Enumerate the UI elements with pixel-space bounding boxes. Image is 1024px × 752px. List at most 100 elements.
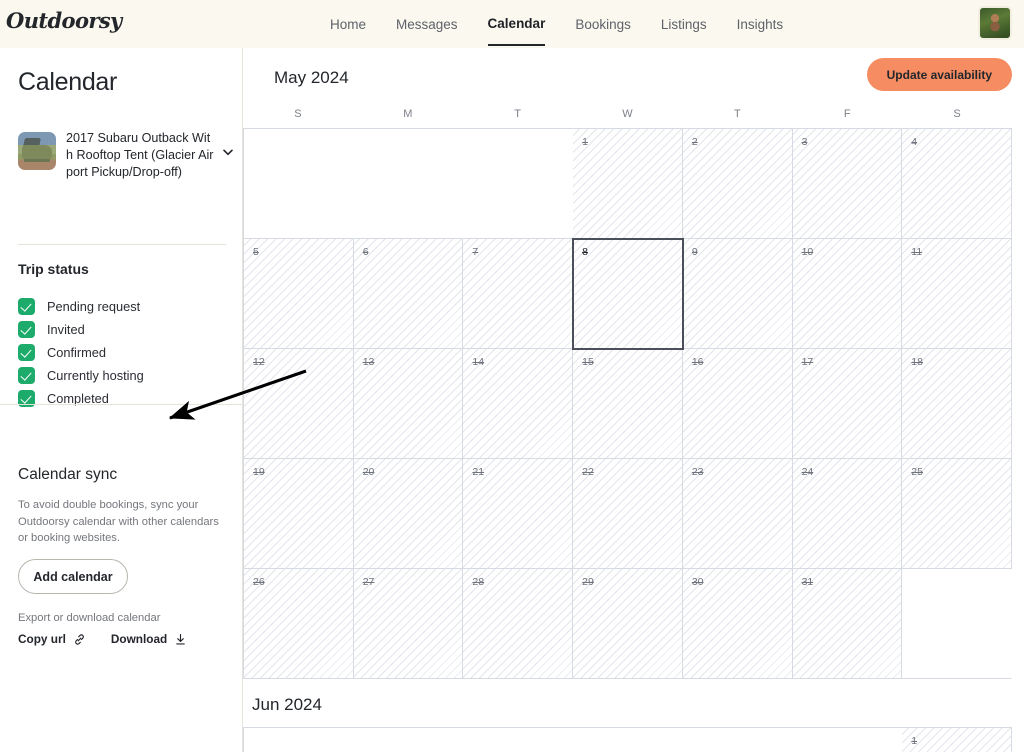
day-cell[interactable]: 10 <box>792 239 903 349</box>
day-cell[interactable]: 23 <box>682 459 793 569</box>
day-number: 5 <box>253 246 259 258</box>
day-cell[interactable]: 14 <box>463 349 574 459</box>
calendar-panel: May 2024 Update availability SMTWTFS 123… <box>243 48 1024 752</box>
day-cell[interactable]: 1 <box>573 129 683 239</box>
sidebar: Calendar 2017 Subaru Outback With Roofto… <box>0 48 243 752</box>
day-cell-empty <box>902 569 1012 679</box>
day-cell-empty <box>244 728 354 752</box>
trip-status-row[interactable]: Invited <box>18 318 228 341</box>
day-number: 16 <box>691 356 704 368</box>
checkbox-checked-icon[interactable] <box>18 367 35 384</box>
page-title: Calendar <box>18 68 118 96</box>
day-number: 2 <box>691 136 698 148</box>
day-cell[interactable]: 18 <box>902 349 1012 459</box>
day-cell[interactable]: 6 <box>353 239 464 349</box>
link-icon <box>73 633 86 646</box>
day-cell-empty <box>353 129 464 239</box>
day-cell[interactable]: 12 <box>244 349 354 459</box>
day-cell-empty <box>792 728 903 752</box>
checkbox-checked-icon[interactable] <box>18 344 35 361</box>
weekday-header: S <box>953 108 961 120</box>
day-cell[interactable]: 20 <box>353 459 464 569</box>
nav-item-listings[interactable]: Listings <box>661 3 707 45</box>
day-cell[interactable]: 16 <box>682 349 793 459</box>
trip-status-list: Pending request Invited Confirmed Currently… <box>18 295 228 410</box>
day-cell-empty <box>244 129 354 239</box>
download-icon <box>174 633 187 646</box>
weekday-header: F <box>843 108 851 120</box>
top-navigation-bar: Outdoorsy Home Messages Calendar Bookings Li… <box>0 0 1024 48</box>
month-grid: 1 <box>243 727 1012 752</box>
trip-status-row[interactable]: Confirmed <box>18 341 228 364</box>
month-grid: 1 2 3 4 5 6 7 8 9 10 11 12 13 14 15 16 17 18 19 20 21 22 23 24 2… <box>243 128 1012 679</box>
day-cell[interactable]: 1 <box>902 728 1012 752</box>
day-number: 13 <box>362 356 375 368</box>
calendar-sync-heading: Calendar sync <box>18 466 118 483</box>
outdoorsy-logo[interactable]: Outdoorsy <box>6 8 122 33</box>
day-cell[interactable]: 25 <box>902 459 1012 569</box>
copy-url-button[interactable]: Copy url <box>18 632 86 646</box>
trip-status-label: Invited <box>47 322 85 337</box>
day-cell[interactable]: 22 <box>573 459 683 569</box>
chevron-down-icon[interactable] <box>222 146 234 158</box>
day-number: 28 <box>472 576 485 588</box>
day-cell[interactable]: 15 <box>573 349 683 459</box>
day-cell[interactable]: 7 <box>463 239 574 349</box>
current-month-title: May 2024 <box>274 68 349 87</box>
sidebar-divider-2 <box>0 404 243 405</box>
nav-item-bookings[interactable]: Bookings <box>575 3 631 45</box>
day-cell[interactable]: 27 <box>353 569 464 679</box>
day-cell[interactable]: 24 <box>792 459 903 569</box>
update-availability-button[interactable]: Update availability <box>866 58 1012 91</box>
day-number: 4 <box>911 136 918 148</box>
weekday-header-row: SMTWTFS <box>243 100 1012 128</box>
day-number: 10 <box>801 246 814 258</box>
day-number: 19 <box>253 466 265 478</box>
day-number: 23 <box>691 466 704 478</box>
day-cell[interactable]: 30 <box>682 569 793 679</box>
checkbox-checked-icon[interactable] <box>18 298 35 315</box>
day-number: 1 <box>582 136 588 148</box>
add-calendar-button[interactable]: Add calendar <box>18 559 128 594</box>
day-cell[interactable]: 21 <box>463 459 574 569</box>
day-cell[interactable]: 4 <box>902 129 1012 239</box>
day-cell[interactable]: 11 <box>902 239 1012 349</box>
day-cell[interactable]: 28 <box>463 569 574 679</box>
nav-item-insights[interactable]: Insights <box>737 3 784 45</box>
checkbox-checked-icon[interactable] <box>18 321 35 338</box>
trip-status-row[interactable]: Completed <box>18 387 228 410</box>
trip-status-row[interactable]: Currently hosting <box>18 364 228 387</box>
day-number: 20 <box>362 466 375 478</box>
day-number: 26 <box>253 576 265 588</box>
day-number: 22 <box>582 466 594 478</box>
day-cell[interactable]: 31 <box>792 569 903 679</box>
calendar-header: May 2024 Update availability <box>243 48 1024 100</box>
day-cell[interactable]: 2 <box>682 129 793 239</box>
vehicle-selector[interactable]: 2017 Subaru Outback With Rooftop Tent (G… <box>18 130 233 181</box>
day-cell[interactable]: 9 <box>682 239 793 349</box>
day-cell[interactable]: 29 <box>573 569 683 679</box>
nav-item-calendar[interactable]: Calendar <box>487 2 546 46</box>
day-cell[interactable]: 26 <box>244 569 354 679</box>
day-number: 11 <box>911 246 923 258</box>
day-number: 18 <box>911 356 923 368</box>
day-cell-empty <box>463 129 574 239</box>
main-nav: Home Messages Calendar Bookings Listings Insi… <box>330 0 783 48</box>
download-button[interactable]: Download <box>111 632 187 646</box>
day-cell[interactable]: 13 <box>353 349 464 459</box>
calendar-grid-scroll[interactable]: 1 2 3 4 5 6 7 8 9 10 11 12 13 14 15 16 17 18 19 20 21 22 23 24 2… <box>243 128 1024 752</box>
trip-status-label: Currently hosting <box>47 368 144 383</box>
day-cell[interactable]: 5 <box>244 239 354 349</box>
avatar[interactable] <box>978 6 1012 40</box>
day-cell[interactable]: 17 <box>792 349 903 459</box>
day-cell[interactable]: 3 <box>792 129 903 239</box>
trip-status-heading: Trip status <box>18 261 89 277</box>
export-label: Export or download calendar <box>18 612 161 624</box>
nav-item-messages[interactable]: Messages <box>396 3 458 45</box>
trip-status-row[interactable]: Pending request <box>18 295 228 318</box>
day-cell[interactable]: 8 <box>572 238 684 350</box>
day-cell[interactable]: 19 <box>244 459 354 569</box>
day-number: 8 <box>582 246 588 258</box>
nav-item-home[interactable]: Home <box>330 3 366 45</box>
day-number: 15 <box>582 356 594 368</box>
